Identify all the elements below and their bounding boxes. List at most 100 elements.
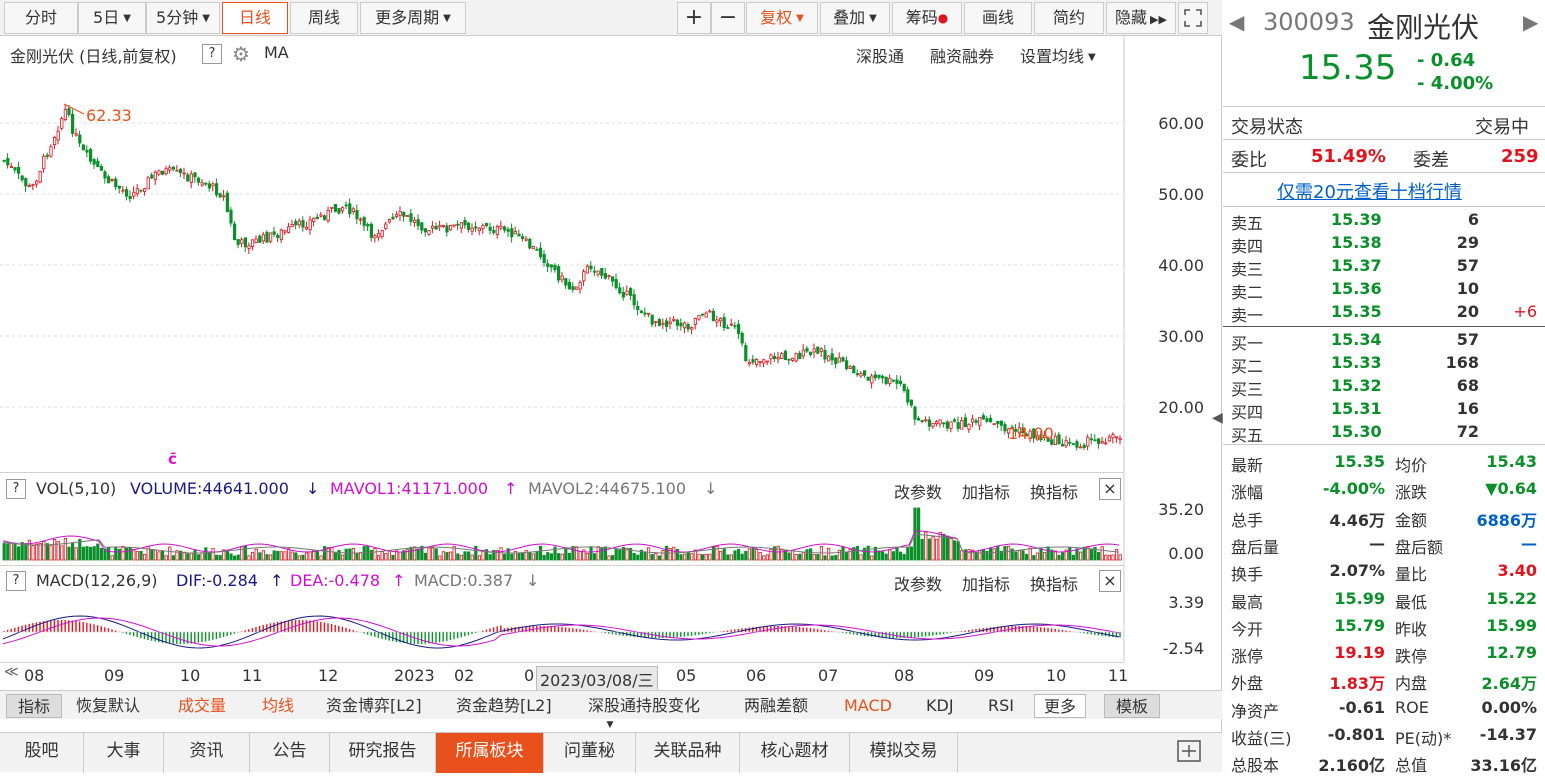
indicator-kdj[interactable]: KDJ <box>926 694 954 718</box>
divider <box>0 662 1124 663</box>
tab-simulated-trading[interactable]: 模拟交易 <box>850 733 958 773</box>
stat-label: 跌停 <box>1395 647 1428 667</box>
stat-value: 15.43 <box>1486 452 1537 471</box>
tab-forum[interactable]: 股吧 <box>0 733 84 773</box>
stat-row: 净资产 -0.61 ROE 0.00% <box>1223 698 1545 721</box>
level2-promo-link[interactable]: 仅需20元查看十档行情 <box>1277 178 1462 204</box>
stat-value: 2.160亿 <box>1318 756 1385 776</box>
macd-change-params[interactable]: 改参数 <box>894 571 942 595</box>
vol-volume-value: VOLUME:44641.000 <box>130 479 289 498</box>
price-tick: 30.00 <box>1158 327 1204 346</box>
indicator-more-button[interactable]: 更多 <box>1034 694 1086 718</box>
bid-row[interactable]: 买三 15.32 68 <box>1223 376 1545 399</box>
next-stock-icon[interactable]: ▶ <box>1523 10 1538 34</box>
bid-level-label: 买一 <box>1231 334 1264 353</box>
macd-dif-value: DIF:-0.284 <box>176 571 258 590</box>
indicator-bar: 指标 恢复默认 成交量 均线 资金博弈[L2] 资金趋势[L2] 深股通持股变化… <box>0 690 1222 719</box>
vol-mavol2-value: MAVOL2:44675.100 <box>528 479 686 498</box>
help-icon[interactable]: ? <box>6 479 26 499</box>
help-icon[interactable]: ? <box>6 571 26 591</box>
last-price: 15.35 <box>1299 48 1397 88</box>
stat-label: 金额 <box>1395 510 1428 530</box>
stat-label: 内盘 <box>1395 674 1428 694</box>
stat-label: 均价 <box>1395 456 1428 475</box>
bottom-tabs: 股吧 大事 资讯 公告 研究报告 所属板块 问董秘 关联品种 核心题材 模拟交易 <box>0 732 1222 773</box>
ask-price: 15.39 <box>1331 210 1382 229</box>
indicator-reset[interactable]: 恢复默认 <box>76 694 140 718</box>
stat-label: 今开 <box>1231 619 1264 639</box>
stat-label: 量比 <box>1395 565 1428 585</box>
tab-events[interactable]: 大事 <box>84 733 164 773</box>
vol-switch-indicator[interactable]: 换指标 <box>1030 479 1078 503</box>
bid-volume: 16 <box>1456 399 1479 418</box>
ask-row[interactable]: 卖五 15.39 6 <box>1223 210 1545 233</box>
month-label: 10 <box>180 666 201 685</box>
tab-news[interactable]: 资讯 <box>164 733 250 773</box>
divider <box>1223 326 1545 327</box>
tab-sectors[interactable]: 所属板块 <box>436 733 544 773</box>
event-marker-icon[interactable]: c̄ <box>168 450 177 468</box>
indicator-tab-label[interactable]: 指标 <box>6 694 62 718</box>
ask-delta: +6 <box>1513 302 1537 321</box>
month-label: 12 <box>318 666 339 685</box>
template-button[interactable]: 模板 <box>1104 694 1160 718</box>
scroll-left-icon[interactable]: ≪ <box>4 664 19 680</box>
stat-label: 昨收 <box>1395 619 1428 639</box>
ask-row[interactable]: 卖二 15.36 10 <box>1223 279 1545 302</box>
indicator-fund-trend[interactable]: 资金趋势[L2] <box>456 694 552 718</box>
indicator-rsi[interactable]: RSI <box>988 694 1014 718</box>
arrow-up-icon: ↑ <box>504 479 518 498</box>
macd-add-indicator[interactable]: 加指标 <box>962 571 1010 595</box>
macd-switch-indicator[interactable]: 换指标 <box>1030 571 1078 595</box>
vol-change-params[interactable]: 改参数 <box>894 479 942 503</box>
stat-label: 外盘 <box>1231 674 1264 694</box>
arrow-up-icon: ↑ <box>270 571 284 590</box>
stat-row: 收益(三) -0.801 PE(动)* -14.37 <box>1223 725 1545 748</box>
bid-row[interactable]: 买一 15.34 57 <box>1223 330 1545 353</box>
indicator-macd[interactable]: MACD <box>844 694 892 718</box>
stat-value: 12.79 <box>1486 643 1537 663</box>
bid-volume: 72 <box>1456 422 1479 441</box>
indicator-ma[interactable]: 均线 <box>262 694 294 718</box>
order-ratio-value: 51.49% <box>1311 146 1386 167</box>
stat-label: 总股本 <box>1231 756 1280 776</box>
vol-add-indicator[interactable]: 加指标 <box>962 479 1010 503</box>
tab-research[interactable]: 研究报告 <box>330 733 436 773</box>
month-label: 08 <box>894 666 915 685</box>
screenshot-icon[interactable] <box>1176 739 1204 765</box>
ask-row[interactable]: 卖一 15.35 20 +6 <box>1223 302 1545 325</box>
ask-volume: 29 <box>1456 233 1479 252</box>
prev-stock-icon[interactable]: ◀ <box>1229 10 1244 34</box>
panel-toggle-icon[interactable]: ◀ <box>1212 410 1223 426</box>
month-label: 08 <box>24 666 45 685</box>
indicator-fund-game[interactable]: 资金博弈[L2] <box>326 694 422 718</box>
bid-level-label: 买四 <box>1231 403 1264 422</box>
ask-row[interactable]: 卖三 15.37 57 <box>1223 256 1545 279</box>
stat-value: 19.19 <box>1334 643 1385 663</box>
bid-row[interactable]: 买四 15.31 16 <box>1223 399 1545 422</box>
bid-volume: 57 <box>1456 330 1479 349</box>
close-icon[interactable]: × <box>1099 478 1121 500</box>
indicator-margin-diff[interactable]: 两融差额 <box>744 694 808 718</box>
stat-value: 4.46万 <box>1329 510 1385 530</box>
tab-core-themes[interactable]: 核心题材 <box>740 733 850 773</box>
stat-value: 6886万 <box>1476 510 1537 530</box>
indicator-volume[interactable]: 成交量 <box>178 694 226 718</box>
tab-announcements[interactable]: 公告 <box>250 733 330 773</box>
bid-row[interactable]: 买五 15.30 72 <box>1223 422 1545 445</box>
tab-ask-secretary[interactable]: 问董秘 <box>544 733 636 773</box>
stat-value: 15.22 <box>1486 588 1537 608</box>
stat-label: 涨跌 <box>1395 483 1428 503</box>
bid-volume: 68 <box>1456 376 1479 395</box>
tab-related[interactable]: 关联品种 <box>636 733 740 773</box>
divider <box>1223 106 1545 107</box>
bid-price: 15.32 <box>1331 376 1382 395</box>
price-change-pct: - 4.00% <box>1417 73 1494 94</box>
stat-value: 0.00% <box>1481 697 1537 717</box>
bid-level-label: 买五 <box>1231 426 1264 445</box>
collapse-handle-icon[interactable]: ▼ <box>596 720 624 730</box>
ask-row[interactable]: 卖四 15.38 29 <box>1223 233 1545 256</box>
bid-row[interactable]: 买二 15.33 168 <box>1223 353 1545 376</box>
indicator-connect-holdings[interactable]: 深股通持股变化 <box>588 694 700 718</box>
close-icon[interactable]: × <box>1099 570 1121 592</box>
